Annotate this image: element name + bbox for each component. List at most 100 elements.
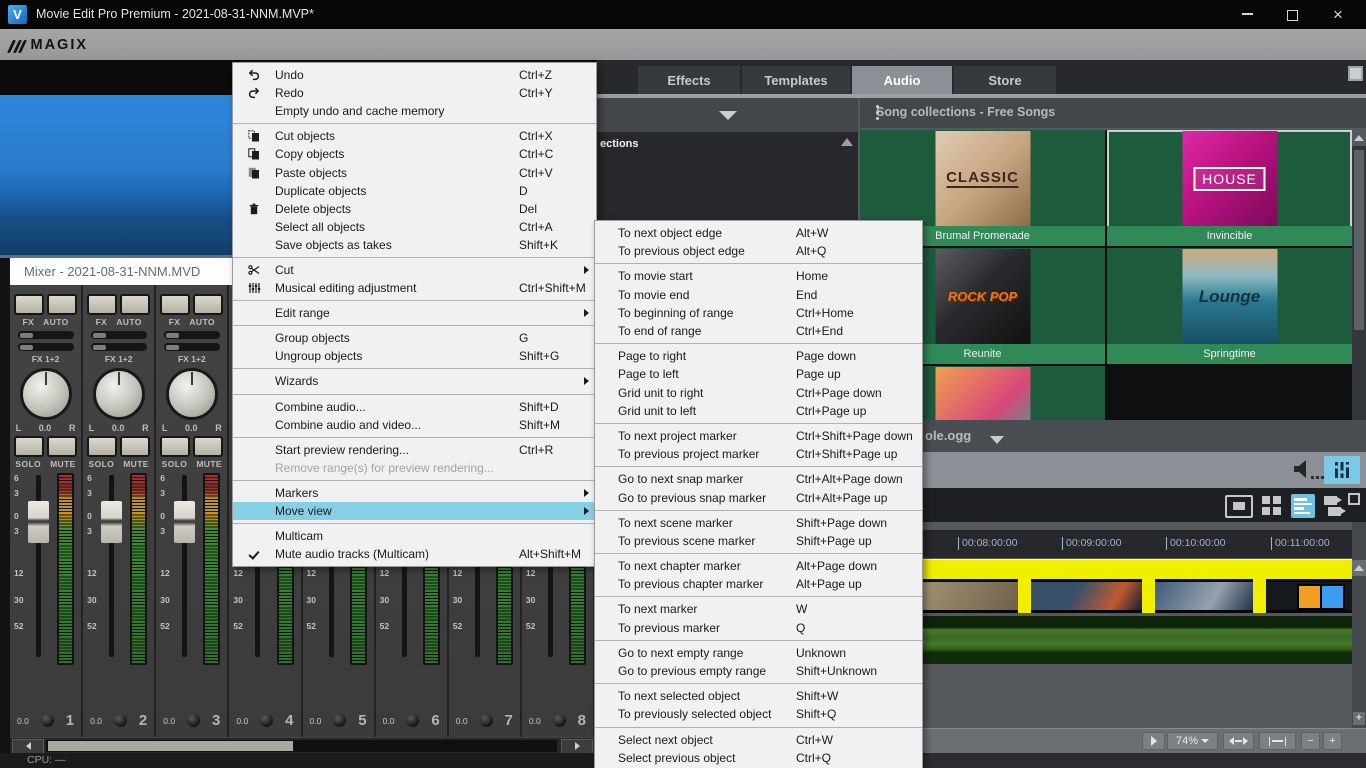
menu-item-to-movie-start[interactable]: To movie startHome — [595, 267, 922, 285]
scrollbar-track[interactable] — [46, 740, 557, 752]
menu-item-to-previously-selected-object[interactable]: To previously selected objectShift+Q — [595, 705, 922, 723]
zoom-range-button[interactable] — [1223, 732, 1254, 750]
video-clip-thumb[interactable] — [1031, 582, 1142, 610]
menu-item-go-to-next-snap-marker[interactable]: Go to next snap markerCtrl+Alt+Page down — [595, 470, 922, 488]
menu-item-to-previous-object-edge[interactable]: To previous object edgeAlt+Q — [595, 242, 922, 260]
menu-item-delete-objects[interactable]: Delete objectsDel — [233, 200, 596, 218]
menu-item-combine-audio-and-video[interactable]: Combine audio and video...Shift+M — [233, 416, 596, 434]
tree-item-label[interactable]: ections — [600, 138, 639, 150]
menu-item-ungroup-objects[interactable]: Ungroup objectsShift+G — [233, 347, 596, 365]
menu-item-markers[interactable]: Markers — [233, 484, 596, 502]
fx-button[interactable] — [160, 294, 190, 315]
menu-item-to-beginning-of-range[interactable]: To beginning of rangeCtrl+Home — [595, 304, 922, 322]
menu-item-start-preview-rendering[interactable]: Start preview rendering...Ctrl+R — [233, 441, 596, 459]
menu-item-to-previous-marker[interactable]: To previous markerQ — [595, 619, 922, 637]
fx-send-slider[interactable] — [18, 343, 74, 351]
song-tile-invincible[interactable]: HOUSEInvincible — [1107, 130, 1352, 246]
list-view-icon[interactable] — [1291, 494, 1315, 518]
mixer-scrollbar[interactable] — [10, 737, 595, 754]
tiles-scroll-up-button[interactable] — [1352, 130, 1366, 146]
menu-item-edit-range[interactable]: Edit range — [233, 304, 596, 322]
scroll-right-button[interactable] — [561, 739, 593, 754]
restore-button[interactable] — [1270, 0, 1314, 28]
menu-item-to-next-chapter-marker[interactable]: To next chapter markerAlt+Page down — [595, 557, 922, 575]
fader-track[interactable] — [109, 475, 114, 657]
menu-item-select-all-objects[interactable]: Select all objectsCtrl+A — [233, 218, 596, 236]
fader-track[interactable] — [36, 475, 41, 657]
grid-view-icon[interactable] — [1262, 496, 1282, 516]
tiles-scrollbar-thumb[interactable] — [1354, 150, 1364, 330]
menu-item-redo[interactable]: RedoCtrl+Y — [233, 84, 596, 102]
fx-button[interactable] — [14, 294, 44, 315]
zoom-in-button[interactable]: + — [1323, 732, 1342, 750]
mute-button[interactable] — [120, 436, 150, 457]
single-view-icon[interactable] — [1225, 495, 1253, 518]
menu-item-to-next-object-edge[interactable]: To next object edgeAlt+W — [595, 224, 922, 242]
tiles-scrollbar[interactable] — [1352, 130, 1366, 420]
menu-item-empty-undo-and-cache-memory[interactable]: Empty undo and cache memory — [233, 102, 596, 120]
fx-send-slider[interactable] — [91, 331, 147, 339]
menu-item-paste-objects[interactable]: Paste objectsCtrl+V — [233, 163, 596, 181]
solo-button[interactable] — [87, 436, 117, 457]
mute-button[interactable] — [47, 436, 77, 457]
track-scroll-up-button[interactable] — [1352, 560, 1366, 576]
tab-templates[interactable]: Templates — [742, 66, 850, 94]
pan-knob[interactable] — [93, 368, 145, 420]
open-mixer-button[interactable] — [1324, 456, 1360, 484]
camera-view-icon[interactable] — [1324, 495, 1348, 517]
mute-button[interactable] — [193, 436, 223, 457]
zoom-out-button[interactable]: − — [1301, 732, 1320, 750]
menu-item-cut[interactable]: Cut — [233, 261, 596, 279]
menu-item-multicam[interactable]: Multicam — [233, 527, 596, 545]
menu-item-undo[interactable]: UndoCtrl+Z — [233, 66, 596, 84]
menu-item-go-to-previous-empty-range[interactable]: Go to previous empty rangeShift+Unknown — [595, 662, 922, 680]
menu-item-go-to-next-empty-range[interactable]: Go to next empty rangeUnknown — [595, 644, 922, 662]
close-button[interactable]: × — [1316, 0, 1360, 28]
speaker-icon[interactable] — [1292, 459, 1314, 484]
timeline-scroll-right-button[interactable] — [1142, 732, 1165, 750]
solo-button[interactable] — [160, 436, 190, 457]
undock-panel-icon[interactable] — [1348, 66, 1363, 81]
zoom-level-dropdown[interactable]: 74% — [1167, 732, 1218, 750]
scrollbar-thumb[interactable] — [48, 741, 293, 751]
video-clip-thumb[interactable] — [920, 582, 1018, 610]
tree-scroll-up-icon[interactable] — [841, 138, 853, 146]
scroll-left-button[interactable] — [12, 739, 44, 754]
tab-effects[interactable]: Effects — [638, 66, 740, 94]
auto-button[interactable] — [47, 294, 77, 315]
menu-item-select-previous-object[interactable]: Select previous objectCtrl+Q — [595, 749, 922, 767]
menu-item-to-previous-project-marker[interactable]: To previous project markerCtrl+Shift+Pag… — [595, 445, 922, 463]
fader-handle[interactable] — [174, 501, 195, 543]
fit-to-window-button[interactable] — [1259, 732, 1296, 750]
collapse-tree-header[interactable] — [597, 98, 858, 132]
menu-item-to-end-of-range[interactable]: To end of rangeCtrl+End — [595, 322, 922, 340]
menu-item-select-next-object[interactable]: Select next objectCtrl+W — [595, 731, 922, 749]
tab-store[interactable]: Store — [954, 66, 1056, 94]
video-clip-thumb[interactable] — [1155, 582, 1253, 610]
menu-item-to-previous-scene-marker[interactable]: To previous scene markerShift+Page up — [595, 532, 922, 550]
menu-item-duplicate-objects[interactable]: Duplicate objectsD — [233, 182, 596, 200]
fx-send-slider[interactable] — [164, 331, 220, 339]
fx-send-slider[interactable] — [91, 343, 147, 351]
menu-item-to-next-marker[interactable]: To next markerW — [595, 600, 922, 618]
auto-button[interactable] — [120, 294, 150, 315]
menu-item-group-objects[interactable]: Group objectsG — [233, 329, 596, 347]
menu-item-to-movie-end[interactable]: To movie endEnd — [595, 286, 922, 304]
fx-send-slider[interactable] — [18, 331, 74, 339]
pan-knob[interactable] — [20, 368, 72, 420]
menu-item-grid-unit-to-right[interactable]: Grid unit to rightCtrl+Page down — [595, 384, 922, 402]
menu-item-save-objects-as-takes[interactable]: Save objects as takesShift+K — [233, 236, 596, 254]
kebab-menu-icon[interactable] — [876, 105, 1354, 120]
menu-item-to-next-scene-marker[interactable]: To next scene markerShift+Page down — [595, 514, 922, 532]
tab-audio[interactable]: Audio — [852, 66, 952, 94]
menu-item-to-next-project-marker[interactable]: To next project markerCtrl+Shift+Page do… — [595, 427, 922, 445]
fader-track[interactable] — [182, 475, 187, 657]
track-zoom-plus-button[interactable]: + — [1353, 712, 1365, 725]
menu-item-go-to-previous-snap-marker[interactable]: Go to previous snap markerCtrl+Alt+Page … — [595, 488, 922, 506]
song-tile-springtime[interactable]: LoungeSpringtime — [1107, 248, 1352, 364]
menu-item-musical-editing-adjustment[interactable]: Musical editing adjustmentCtrl+Shift+M — [233, 279, 596, 297]
menu-item-page-to-left[interactable]: Page to leftPage up — [595, 365, 922, 383]
minimize-button[interactable] — [1225, 0, 1269, 28]
menu-item-mute-audio-tracks-multicam[interactable]: Mute audio tracks (Multicam)Alt+Shift+M — [233, 545, 596, 563]
fader-handle[interactable] — [28, 501, 49, 543]
